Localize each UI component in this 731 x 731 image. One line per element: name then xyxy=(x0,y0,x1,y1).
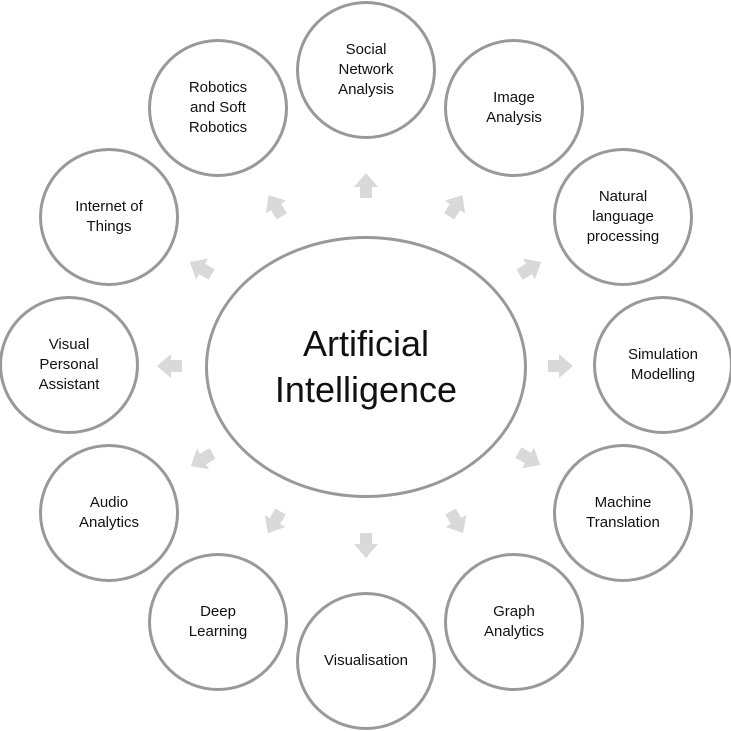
arrow-to-deep-learning xyxy=(264,508,286,534)
node-natural-language-processing: Natural language processing xyxy=(553,148,693,286)
node-robotics-and-soft-robotics: Robotics and Soft Robotics xyxy=(148,39,288,177)
node-label: Visual Personal Assistant xyxy=(38,336,100,393)
arrow-to-visual-personal-assistant xyxy=(157,354,182,378)
arrow-to-natural-language-processing xyxy=(516,258,542,280)
center-label: Artificial Intelligence xyxy=(274,323,458,410)
node-social-network-analysis: Social Network Analysis xyxy=(296,1,436,139)
node-label: Deep Learning xyxy=(188,603,248,640)
node-visualisation: Visualisation xyxy=(296,592,436,730)
arrow-to-graph-analytics xyxy=(445,508,467,534)
arrow-to-robotics-and-soft-robotics xyxy=(265,195,287,220)
node-label: Graph Analytics xyxy=(483,603,545,640)
node-label: Natural language processing xyxy=(586,188,660,245)
arrow-to-simulation-modelling xyxy=(548,354,573,378)
arrow-to-image-analysis xyxy=(444,195,466,220)
node-visual-personal-assistant: Visual Personal Assistant xyxy=(0,296,139,434)
node-machine-translation: Machine Translation xyxy=(553,444,693,582)
node-graph-analytics: Graph Analytics xyxy=(444,553,584,691)
node-label: Image Analysis xyxy=(486,89,542,126)
arrow-to-social-network-analysis xyxy=(354,173,378,198)
node-label: Machine Translation xyxy=(586,494,660,531)
node-audio-analytics: Audio Analytics xyxy=(39,444,179,582)
node-label: Audio Analytics xyxy=(78,494,140,531)
node-deep-learning: Deep Learning xyxy=(148,553,288,691)
node-simulation-modelling: Simulation Modelling xyxy=(593,296,731,434)
node-label: Visualisation xyxy=(324,652,408,669)
node-label: Internet of Things xyxy=(75,198,143,235)
diagram-canvas: Artificial Intelligence Social Network A… xyxy=(0,0,731,731)
node-internet-of-things: Internet of Things xyxy=(39,148,179,286)
center-artificial-intelligence: Artificial Intelligence xyxy=(205,236,527,498)
arrow-to-internet-of-things xyxy=(189,258,215,280)
arrow-to-audio-analytics xyxy=(190,448,216,470)
node-label: Social Network Analysis xyxy=(338,41,394,98)
node-label: Simulation Modelling xyxy=(627,346,699,383)
arrow-to-visualisation xyxy=(354,533,378,558)
node-label: Robotics and Soft Robotics xyxy=(188,79,248,136)
arrow-to-machine-translation xyxy=(515,447,541,469)
node-image-analysis: Image Analysis xyxy=(444,39,584,177)
